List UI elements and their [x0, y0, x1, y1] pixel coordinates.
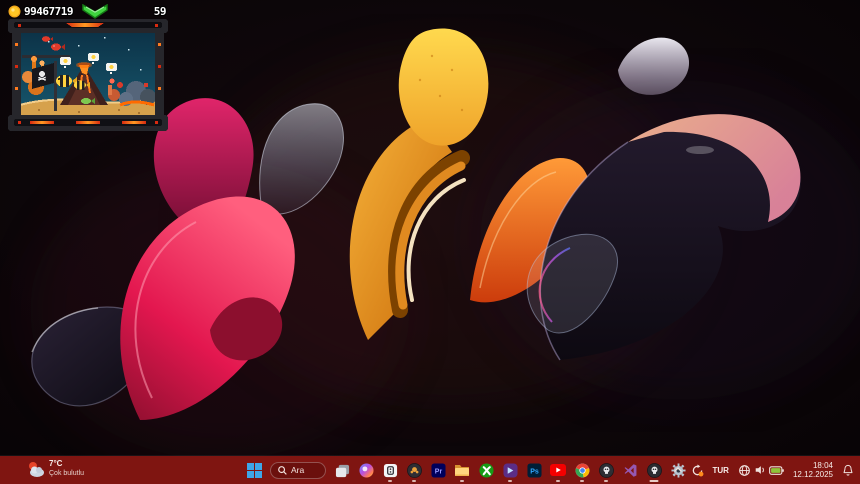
search-box[interactable]: Ara — [270, 462, 326, 479]
taskbar-app-game-1[interactable] — [403, 458, 425, 482]
taskbar-app-premiere-pro[interactable]: Pr — [427, 458, 449, 482]
language-indicator[interactable]: TUR — [710, 459, 732, 481]
collect-chevron-icon[interactable] — [81, 4, 109, 19]
taskbar-app-game-3[interactable] — [643, 458, 665, 482]
weather-icon — [27, 461, 45, 478]
clock[interactable]: 18:04 12.12.2025 — [790, 459, 836, 481]
taskbar-center: Ara — [243, 456, 689, 484]
taskbar-app-game-2[interactable] — [595, 458, 617, 482]
taskbar-app-youtube[interactable] — [547, 458, 569, 482]
taskbar-app-photoshop[interactable]: Ps — [523, 458, 545, 482]
running-indicator — [604, 480, 608, 483]
running-indicator — [556, 480, 560, 483]
skull-game-icon — [599, 463, 614, 478]
tray-status-icons[interactable] — [736, 459, 786, 481]
running-indicator — [460, 480, 464, 483]
premiere-pro-icon: Pr — [431, 463, 446, 478]
running-indicator — [580, 480, 584, 483]
windows-start-icon — [247, 463, 262, 478]
weather-temperature: 7°C — [49, 459, 84, 469]
taskbar-app-file-explorer[interactable] — [451, 458, 473, 482]
taskbar-app-clipchamp[interactable] — [499, 458, 521, 482]
network-icon — [738, 464, 751, 477]
taskbar-app-chrome[interactable] — [571, 458, 593, 482]
taskbar: 7°C Çok bulutlu Ara — [0, 456, 860, 484]
level-count: 59 — [154, 5, 166, 18]
running-indicator — [508, 480, 512, 483]
taskbar-app-notes[interactable] — [379, 458, 401, 482]
youtube-icon — [550, 464, 566, 476]
xbox-icon — [479, 463, 494, 478]
search-icon — [278, 466, 287, 475]
photoshop-icon: Ps — [527, 463, 542, 478]
coin-counter: 99467719 — [8, 5, 73, 18]
active-indicator — [650, 480, 659, 483]
notification-center-button[interactable] — [840, 459, 856, 481]
search-label: Ara — [291, 465, 304, 475]
notification-bell-icon — [842, 464, 854, 477]
tray-overflow-button[interactable] — [671, 459, 685, 481]
photoshop-glyph: Ps — [530, 468, 539, 475]
taskbar-app-visual-studio[interactable] — [619, 458, 641, 482]
premiere-glyph: Pr — [434, 468, 442, 475]
system-tray: TUR 18:04 12.12.2025 — [671, 456, 857, 484]
chrome-icon — [575, 463, 590, 478]
aquarium-game-window[interactable]: 99467719 59 — [8, 2, 168, 134]
battery-icon — [769, 465, 784, 476]
tray-sync-button[interactable] — [689, 459, 706, 481]
weather-widget[interactable]: 7°C Çok bulutlu — [27, 459, 84, 479]
copilot-icon — [359, 463, 374, 478]
clipchamp-icon — [503, 463, 518, 478]
skull-game-icon — [647, 463, 662, 478]
weather-condition: Çok bulutlu — [49, 469, 84, 479]
time-label: 18:04 — [813, 461, 833, 470]
task-view-icon — [335, 463, 350, 478]
coin-icon — [8, 5, 21, 18]
visual-studio-icon — [623, 463, 638, 478]
desktop[interactable]: 99467719 59 — [0, 0, 860, 484]
volume-icon — [754, 464, 766, 476]
start-button[interactable] — [243, 458, 265, 482]
sync-icon — [691, 464, 704, 477]
taskbar-app-copilot[interactable] — [355, 458, 377, 482]
running-indicator — [388, 480, 392, 483]
date-label: 12.12.2025 — [793, 470, 833, 479]
coin-count: 99467719 — [24, 5, 73, 18]
notes-app-icon — [383, 463, 398, 478]
taskbar-app-xbox[interactable] — [475, 458, 497, 482]
aquarium-tank[interactable] — [8, 19, 168, 133]
task-view-button[interactable] — [331, 458, 353, 482]
file-explorer-icon — [454, 463, 470, 477]
running-indicator — [412, 480, 416, 483]
chevron-up-icon — [673, 466, 683, 474]
game-icon — [407, 463, 422, 478]
game-hud: 99467719 59 — [8, 3, 168, 19]
